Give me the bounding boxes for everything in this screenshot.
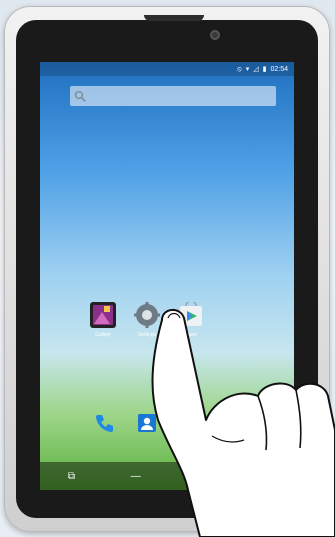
- app-label-store: Store: [185, 332, 197, 338]
- gallery-icon[interactable]: [90, 302, 116, 328]
- front-camera-icon: [210, 30, 220, 40]
- home-icon[interactable]: ○: [260, 471, 266, 482]
- signal-icon: ◿: [253, 65, 259, 73]
- app-settings[interactable]: Settings: [132, 302, 162, 338]
- hidden-app-icon[interactable]: [221, 413, 241, 433]
- app-label-gallery: Gallery: [95, 332, 111, 338]
- dock: [82, 404, 252, 442]
- app-drawer-icon[interactable]: [179, 413, 199, 433]
- do-not-disturb-icon: ⦸: [237, 65, 242, 73]
- speaker-grille: [144, 15, 204, 21]
- settings-gear-icon[interactable]: [134, 302, 160, 328]
- battery-icon: ▮: [262, 65, 267, 73]
- wifi-icon: ▾: [245, 65, 250, 73]
- app-store[interactable]: Store: [176, 302, 206, 338]
- tablet-scene: ⦸ ▾ ◿ ▮ 02:54 Gallery Settings Store ⧉ —…: [0, 0, 335, 537]
- status-bar: ⦸ ▾ ◿ ▮ 02:54: [40, 62, 294, 76]
- status-time: 02:54: [270, 65, 288, 73]
- back-icon[interactable]: ◁: [197, 471, 205, 482]
- play-store-icon[interactable]: [178, 302, 204, 328]
- home-app-row: Gallery Settings Store: [88, 302, 206, 338]
- contacts-icon[interactable]: [137, 413, 157, 433]
- app-gallery[interactable]: Gallery: [88, 302, 118, 338]
- page-indicator-dot: [172, 410, 175, 413]
- search-icon[interactable]: [74, 90, 86, 102]
- app-label-settings: Settings: [137, 332, 157, 338]
- home-screen: ⦸ ▾ ◿ ▮ 02:54 Gallery Settings Store ⧉ —…: [40, 62, 294, 490]
- search-input[interactable]: [90, 90, 264, 102]
- navigation-bar: ⧉ — ◁ ○: [40, 462, 294, 490]
- volume-down-icon[interactable]: —: [131, 471, 141, 482]
- phone-icon[interactable]: [93, 412, 115, 434]
- screenshot-icon[interactable]: ⧉: [68, 471, 75, 482]
- search-bar[interactable]: [70, 86, 276, 106]
